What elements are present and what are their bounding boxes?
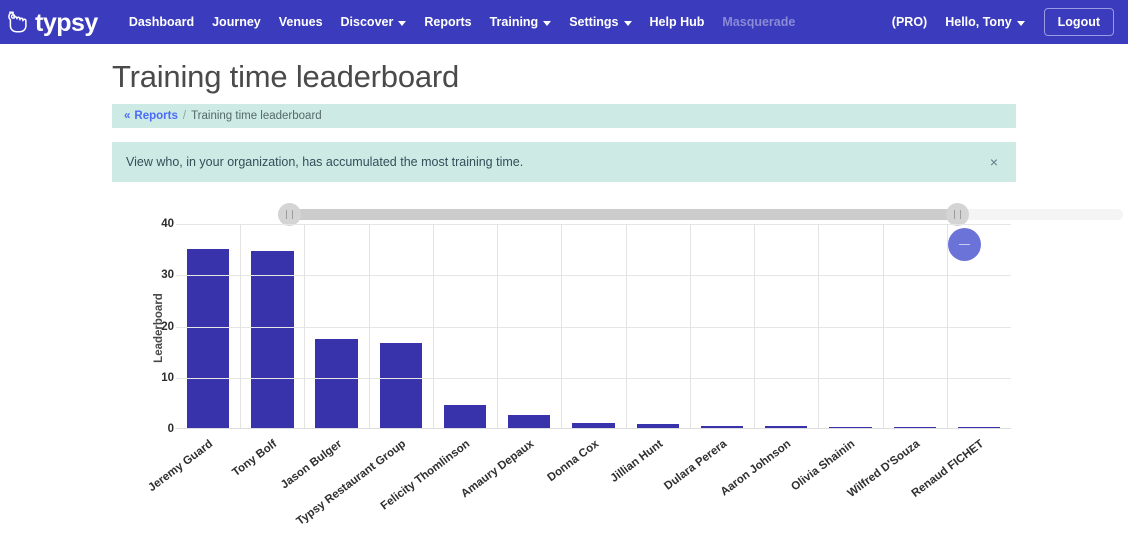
- y-axis-tick-label: 10: [130, 372, 174, 384]
- x-label-slot: Jeremy Guard: [176, 432, 240, 556]
- nav-item-settings[interactable]: Settings: [560, 9, 640, 35]
- close-icon[interactable]: ×: [986, 153, 1002, 171]
- breadcrumb-separator: /: [183, 110, 186, 122]
- x-axis-labels: Jeremy GuardTony BolfJason BulgerTypsy R…: [176, 432, 1011, 556]
- gridline-vertical: [497, 224, 498, 428]
- breadcrumb-link-reports[interactable]: Reports: [134, 110, 177, 122]
- nav-item-help-hub[interactable]: Help Hub: [641, 9, 714, 35]
- x-axis-tick-label: Jeremy Guard: [146, 438, 215, 494]
- bar[interactable]: [637, 424, 679, 428]
- gridline-vertical: [304, 224, 305, 428]
- gridline-vertical: [818, 224, 819, 428]
- bar[interactable]: [508, 415, 550, 428]
- chevron-down-icon: [624, 21, 632, 26]
- bar[interactable]: [829, 427, 871, 429]
- y-axis-tick-label: 30: [130, 269, 174, 281]
- pro-badge: (PRO): [883, 9, 936, 35]
- y-axis-tick-label: 20: [130, 321, 174, 333]
- info-banner-text: View who, in your organization, has accu…: [126, 155, 523, 169]
- bar[interactable]: [765, 426, 807, 429]
- chevron-down-icon: [1017, 21, 1025, 26]
- nav-item-journey[interactable]: Journey: [203, 9, 270, 35]
- nav-item-discover[interactable]: Discover: [332, 9, 416, 35]
- y-axis-ticks: 403020100: [130, 224, 174, 429]
- range-handle-left[interactable]: [278, 203, 301, 226]
- nav-item-venues[interactable]: Venues: [270, 9, 332, 35]
- nav-item-training[interactable]: Training: [481, 9, 561, 35]
- gridline-horizontal: [176, 275, 1011, 276]
- nav-item-label: Dashboard: [129, 15, 194, 29]
- gridline-vertical: [947, 224, 948, 428]
- nav-item-label: Discover: [341, 15, 394, 29]
- chart-plot: Leaderboard 403020100 Jeremy GuardTony B…: [112, 224, 1016, 454]
- breadcrumb: « Reports / Training time leaderboard: [112, 104, 1016, 128]
- gridline-vertical: [626, 224, 627, 428]
- gridline-vertical: [690, 224, 691, 428]
- x-label-slot: Renaud FICHET: [947, 432, 1011, 556]
- brand-logo[interactable]: typsy: [6, 9, 98, 35]
- bar[interactable]: [380, 343, 422, 429]
- nav-item-label: Training: [490, 15, 539, 29]
- navbar-account-area: (PRO) Hello, Tony Logout: [883, 8, 1114, 36]
- leaderboard-bar-chart: Leaderboard 403020100 Jeremy GuardTony B…: [112, 204, 1016, 556]
- bar[interactable]: [251, 251, 293, 428]
- gridline-vertical: [369, 224, 370, 428]
- nav-item-label: Venues: [279, 15, 323, 29]
- x-label-slot: Aaron Johnson: [754, 432, 818, 556]
- nav-item-dashboard[interactable]: Dashboard: [120, 9, 203, 35]
- x-label-slot: Jillian Hunt: [626, 432, 690, 556]
- gridline-vertical: [754, 224, 755, 428]
- range-slider-fill: [278, 209, 958, 220]
- nav-item-label: Masquerade: [722, 15, 795, 29]
- bar[interactable]: [444, 405, 486, 428]
- gridline-vertical: [433, 224, 434, 428]
- gridline-vertical: [883, 224, 884, 428]
- nav-item-reports[interactable]: Reports: [415, 9, 480, 35]
- user-greeting-label: Hello, Tony: [945, 15, 1011, 29]
- brand-name: typsy: [35, 11, 98, 36]
- y-axis-tick-label: 0: [130, 423, 174, 435]
- chevron-down-icon: [543, 21, 551, 26]
- bar[interactable]: [894, 427, 936, 429]
- nav-item-masquerade: Masquerade: [713, 9, 804, 35]
- nav-item-label: Help Hub: [650, 15, 705, 29]
- user-menu[interactable]: Hello, Tony: [936, 9, 1033, 35]
- top-navigation-bar: typsy Dashboard Journey Venues Discover …: [0, 0, 1128, 44]
- bar[interactable]: [572, 423, 614, 428]
- y-axis-tick-label: 40: [130, 218, 174, 230]
- page-title: Training time leaderboard: [112, 60, 1016, 94]
- x-label-slot: Amaury Depaux: [497, 432, 561, 556]
- typsy-hand-logo-icon: [6, 9, 32, 35]
- range-handle-right[interactable]: [946, 203, 969, 226]
- main-nav-links: Dashboard Journey Venues Discover Report…: [120, 9, 805, 35]
- bar[interactable]: [701, 426, 743, 429]
- plot-area: [176, 224, 1011, 429]
- bar[interactable]: [315, 339, 357, 428]
- info-banner: View who, in your organization, has accu…: [112, 142, 1016, 182]
- page-content: Training time leaderboard « Reports / Tr…: [0, 60, 1128, 556]
- breadcrumb-current: Training time leaderboard: [191, 110, 322, 122]
- breadcrumb-back-icon[interactable]: «: [124, 110, 130, 122]
- chart-horizontal-range-slider[interactable]: [278, 209, 1123, 220]
- nav-item-label: Reports: [424, 15, 471, 29]
- bar[interactable]: [958, 427, 1000, 429]
- logout-button[interactable]: Logout: [1044, 8, 1114, 36]
- gridline-vertical: [240, 224, 241, 428]
- nav-item-label: Journey: [212, 15, 261, 29]
- gridline-vertical: [561, 224, 562, 428]
- nav-item-label: Settings: [569, 15, 618, 29]
- chevron-down-icon: [398, 21, 406, 26]
- gridline-horizontal: [176, 327, 1011, 328]
- gridline-horizontal: [176, 378, 1011, 379]
- gridline-horizontal: [176, 224, 1011, 225]
- x-label-slot: Donna Cox: [561, 432, 625, 556]
- x-label-slot: Tony Bolf: [240, 432, 304, 556]
